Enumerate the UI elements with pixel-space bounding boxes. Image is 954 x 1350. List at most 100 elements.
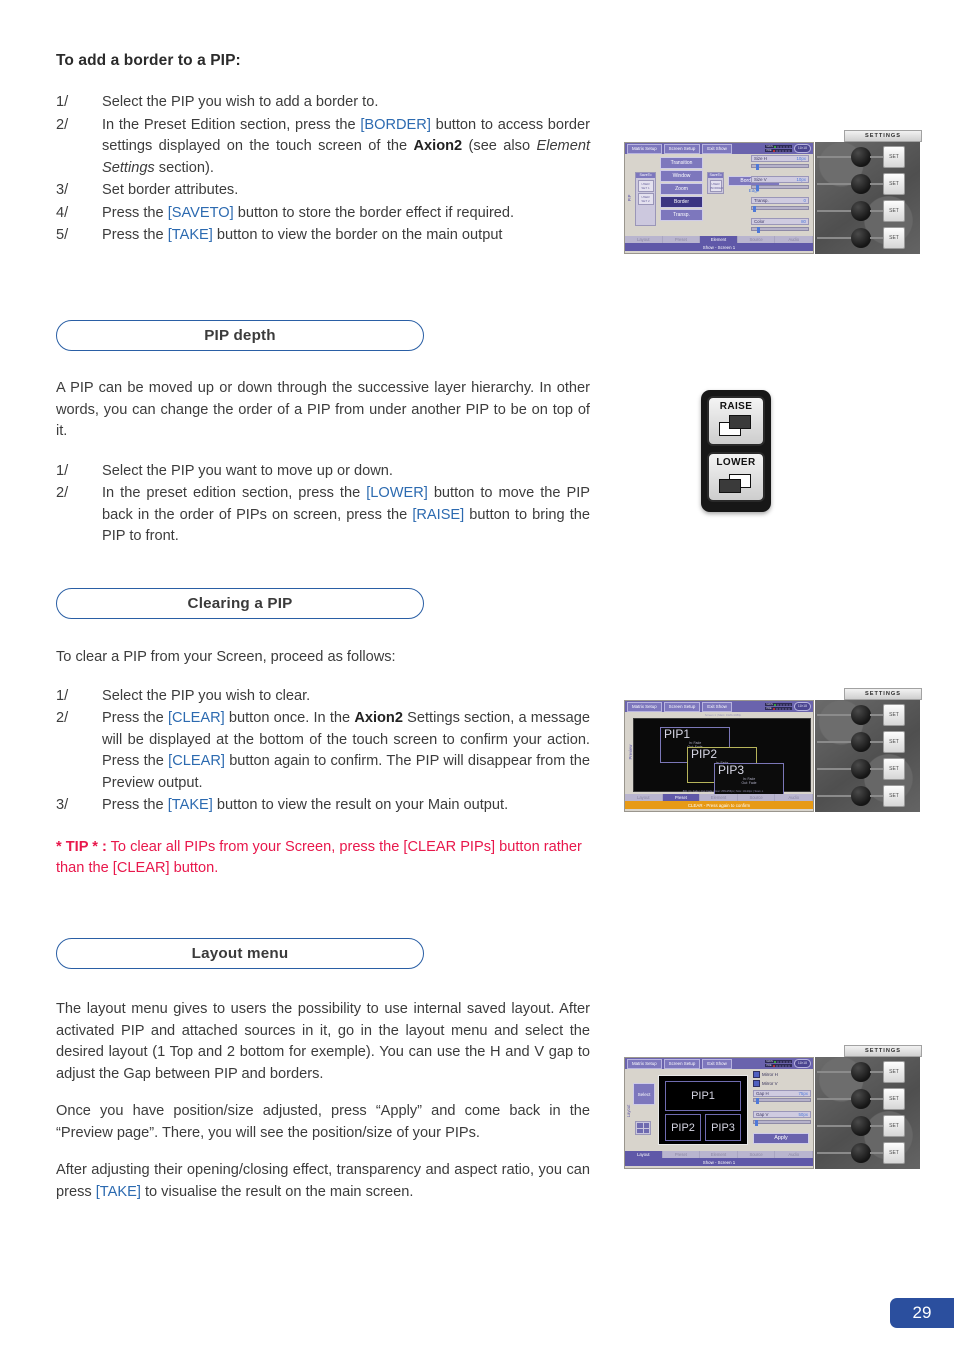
set-button-3[interactable]: SET bbox=[883, 200, 905, 222]
numbered-step: 1/Select the PIP you wish to add a borde… bbox=[56, 92, 590, 114]
mirror-h-checkbox-icon bbox=[753, 1071, 760, 1078]
bottom-tab-layout-2[interactable]: Layout bbox=[625, 794, 663, 801]
tab-exit-show-2[interactable]: Exit Show bbox=[702, 701, 732, 712]
raise-button[interactable]: RAISE bbox=[707, 396, 765, 446]
status-bar-layout: Show - Screen 1 bbox=[625, 1158, 813, 1166]
set-button-3-1[interactable]: SET bbox=[883, 1061, 905, 1083]
bottom-tab-element-3[interactable]: Element bbox=[700, 1151, 738, 1158]
clock-display-2: 11h18 bbox=[793, 702, 811, 711]
bottom-tab-source-3[interactable]: Source bbox=[738, 1151, 776, 1158]
rotary-knob-2-1[interactable] bbox=[851, 705, 871, 725]
step-text: Set border attributes. bbox=[102, 182, 239, 198]
slider-gap-v-value: 50px bbox=[798, 1112, 808, 1117]
rotary-knob-2-2[interactable] bbox=[851, 732, 871, 752]
set-button-2-1[interactable]: SET bbox=[883, 704, 905, 726]
set-button-2[interactable]: SET bbox=[883, 173, 905, 195]
bottom-tab-audio-2[interactable]: Audio bbox=[775, 794, 813, 801]
slider-gap-h[interactable]: Gap H 75px bbox=[753, 1089, 811, 1104]
layout-pip-3[interactable]: PIP3 bbox=[705, 1114, 741, 1141]
rotary-knob-3[interactable] bbox=[851, 201, 871, 221]
clock-display: 11h18 bbox=[793, 144, 811, 153]
set-button-3-2[interactable]: SET bbox=[883, 1088, 905, 1110]
bottom-tab-preset-2[interactable]: Preset bbox=[662, 794, 701, 801]
slider-color[interactable]: Color 80 bbox=[751, 218, 809, 233]
layout-pip-1[interactable]: PIP1 bbox=[665, 1081, 741, 1111]
tab-matrix-setup-3[interactable]: Matrix Setup bbox=[627, 1058, 662, 1069]
menu-button-transp[interactable]: Transp. bbox=[660, 209, 703, 221]
status-leds-2: MAIN PRE 11h18 bbox=[765, 702, 811, 711]
raise-lower-module: RAISE LOWER bbox=[701, 390, 771, 512]
slider-gap-v-label: Gap V bbox=[756, 1112, 769, 1117]
pip-3-out: Out: Fade bbox=[741, 781, 757, 786]
numbered-step: 2/In the preset edition section, press t… bbox=[56, 483, 590, 548]
step-text: In the Preset Edition section, press the… bbox=[102, 116, 591, 176]
touchscreen-top-bar-3: Matrix Setup Screen Setup Exit Show MAIN… bbox=[625, 1058, 813, 1069]
hardware-panel-2: SET SET SET SET bbox=[815, 700, 920, 812]
rotary-knob-2-4[interactable] bbox=[851, 786, 871, 806]
bottom-tab-layout-3[interactable]: Layout bbox=[625, 1151, 663, 1158]
layout-preset-icon[interactable] bbox=[635, 1121, 651, 1135]
numbered-step: 2/Press the [CLEAR] button once. In the … bbox=[56, 708, 590, 794]
bottom-tab-audio[interactable]: Audio bbox=[775, 236, 813, 243]
rotary-knob-4[interactable] bbox=[851, 228, 871, 248]
rotary-knob-2-3[interactable] bbox=[851, 759, 871, 779]
tab-screen-setup[interactable]: Screen Setup bbox=[663, 143, 701, 154]
button-reference: [SAVETO] bbox=[167, 204, 234, 221]
step-number: 1/ bbox=[56, 462, 69, 479]
menu-button-border[interactable]: Border bbox=[660, 196, 703, 208]
tab-matrix-setup[interactable]: Matrix Setup bbox=[627, 143, 662, 154]
layout-preview-canvas[interactable]: PIP1 PIP2 PIP3 bbox=[658, 1075, 748, 1145]
bottom-tab-layout[interactable]: Layout bbox=[625, 236, 663, 243]
saveto-cell-border[interactable]: USER BORDER bbox=[709, 179, 723, 192]
tab-exit-show[interactable]: Exit Show bbox=[702, 143, 732, 154]
preview-canvas[interactable]: PIP1 In: Fade Out: Fade PIP2 In: Fade Ou… bbox=[633, 718, 811, 799]
set-button-4[interactable]: SET bbox=[883, 227, 905, 249]
button-reference: [BORDER] bbox=[360, 116, 431, 133]
bottom-tab-source-2[interactable]: Source bbox=[738, 794, 776, 801]
tab-matrix-setup-2[interactable]: Matrix Setup bbox=[627, 701, 662, 712]
figure-border-settings: SETTINGS Matrix Setup Screen Setup Exit … bbox=[622, 130, 922, 256]
tab-exit-show-3[interactable]: Exit Show bbox=[702, 1058, 732, 1069]
menu-button-window[interactable]: Window bbox=[660, 170, 703, 182]
set-button-2-4[interactable]: SET bbox=[883, 785, 905, 807]
bottom-tab-audio-3[interactable]: Audio bbox=[775, 1151, 813, 1158]
tab-screen-setup-3[interactable]: Screen Setup bbox=[663, 1058, 701, 1069]
saveto-cell-2[interactable]: USER SET 2 bbox=[637, 193, 654, 205]
checkbox-mirror-v[interactable]: Mirror V bbox=[753, 1079, 809, 1087]
knob-row-3-4: SET bbox=[815, 1140, 920, 1166]
layout-pip-2[interactable]: PIP2 bbox=[665, 1114, 701, 1141]
rotary-knob-1[interactable] bbox=[851, 147, 871, 167]
rotary-knob-2[interactable] bbox=[851, 174, 871, 194]
saveto-cell-1[interactable]: USER SET 1 bbox=[637, 179, 654, 192]
slider-transp[interactable]: Transp. 0 bbox=[751, 197, 809, 212]
rotary-knob-3-2[interactable] bbox=[851, 1089, 871, 1109]
rotary-knob-3-3[interactable] bbox=[851, 1116, 871, 1136]
bottom-tab-source[interactable]: Source bbox=[738, 236, 776, 243]
set-button-3-4[interactable]: SET bbox=[883, 1142, 905, 1164]
slider-size-h[interactable]: Size H 10px bbox=[751, 155, 809, 170]
lower-button[interactable]: LOWER bbox=[707, 452, 765, 502]
rotary-knob-3-1[interactable] bbox=[851, 1062, 871, 1082]
bottom-tab-preset[interactable]: Preset bbox=[663, 236, 701, 243]
pip-3-title: PIP3 bbox=[718, 763, 745, 777]
set-button-1[interactable]: SET bbox=[883, 146, 905, 168]
bottom-tab-preset-3[interactable]: Preset bbox=[663, 1151, 701, 1158]
menu-button-zoom[interactable]: Zoom bbox=[660, 183, 703, 195]
checkbox-mirror-h[interactable]: Mirror H bbox=[753, 1071, 809, 1078]
tab-screen-setup-2[interactable]: Screen Setup bbox=[663, 701, 701, 712]
knob-row-3-2: SET bbox=[815, 1086, 920, 1112]
slider-gap-h-value: 75px bbox=[798, 1090, 808, 1096]
side-label-pip: PIP bbox=[626, 194, 632, 202]
slider-gap-v[interactable]: Gap V 50px bbox=[753, 1111, 811, 1126]
bottom-tab-element[interactable]: Element bbox=[700, 236, 738, 243]
bottom-tabs-layout: Layout Preset Element Source Audio bbox=[625, 1151, 813, 1158]
bottom-tab-element-2[interactable]: Element bbox=[700, 794, 738, 801]
set-button-2-3[interactable]: SET bbox=[883, 758, 905, 780]
apply-button[interactable]: Apply bbox=[753, 1132, 809, 1144]
slider-size-v[interactable]: Size V 10px bbox=[751, 176, 809, 191]
set-button-3-3[interactable]: SET bbox=[883, 1115, 905, 1137]
menu-button-transition[interactable]: Transition bbox=[660, 157, 703, 169]
rotary-knob-3-4[interactable] bbox=[851, 1143, 871, 1163]
select-button[interactable]: Select bbox=[633, 1083, 655, 1105]
set-button-2-2[interactable]: SET bbox=[883, 731, 905, 753]
